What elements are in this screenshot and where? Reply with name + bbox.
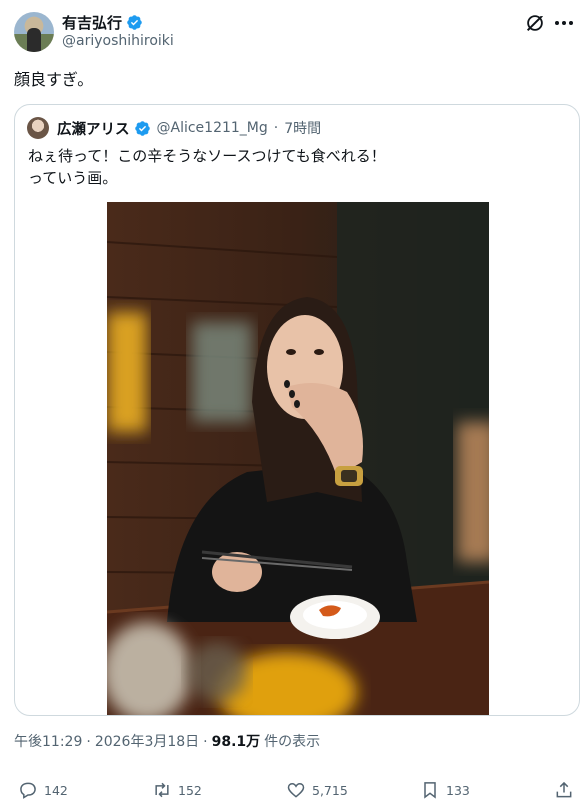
post-header: 有吉弘行 @ariyoshihiroiki	[14, 10, 574, 54]
quoted-text-line: ねぇ待って！この辛そうなソースつけても食べれる！	[28, 147, 386, 165]
repost-icon	[155, 782, 169, 798]
quoted-post[interactable]: 広瀬アリス @Alice1211_Mg · 7時間 ねぇ待って！この辛そうなソー…	[14, 104, 580, 716]
quoted-post-header: 広瀬アリス @Alice1211_Mg · 7時間	[27, 117, 321, 139]
verified-badge-icon	[127, 15, 142, 30]
like-icon	[287, 782, 305, 798]
quoted-text-line: っていう画。	[28, 169, 118, 187]
views-label: 件の表示	[264, 734, 321, 750]
post-date[interactable]: 2026年3月18日	[95, 731, 199, 751]
meta-separator: ·	[86, 734, 91, 750]
bookmark-button[interactable]: 133	[420, 780, 470, 800]
quoted-photo[interactable]	[107, 202, 489, 715]
quoted-relative-time: 7時間	[284, 121, 322, 137]
author-avatar[interactable]	[14, 12, 54, 52]
share-icon	[556, 781, 572, 798]
like-count: 5,715	[312, 782, 348, 798]
quoted-text: ねぇ待って！この辛そうなソースつけても食べれる！ っていう画。	[28, 145, 386, 189]
reply-button[interactable]: 142	[18, 780, 68, 800]
like-button[interactable]: 5,715	[286, 780, 348, 800]
repost-count: 152	[178, 782, 202, 798]
reply-icon	[20, 782, 36, 799]
grok-icon[interactable]	[524, 12, 546, 34]
share-button[interactable]	[554, 780, 574, 800]
quoted-handle: @Alice1211_Mg	[156, 120, 268, 136]
post-time[interactable]: 午後11:29	[14, 731, 82, 751]
author-handle[interactable]: @ariyoshihiroiki	[62, 33, 174, 49]
author-name-row: 有吉弘行	[62, 12, 143, 33]
quoted-display-name: 広瀬アリス	[57, 121, 130, 138]
meta-separator: ·	[273, 120, 279, 136]
views-count: 98.1万	[211, 734, 261, 750]
verified-badge-icon	[134, 120, 150, 136]
more-icon[interactable]	[554, 18, 574, 28]
author-display-name[interactable]: 有吉弘行	[62, 12, 122, 33]
action-bar: 142 152 5,715 133	[14, 780, 576, 804]
photo-illustration	[107, 202, 489, 715]
meta-separator: ·	[203, 734, 208, 750]
repost-button[interactable]: 152	[152, 780, 202, 800]
post-text: 顔良すぎ。	[14, 70, 94, 89]
bookmark-icon	[424, 782, 436, 799]
reply-count: 142	[44, 782, 68, 798]
post-meta: 午後11:29 · 2026年3月18日 · 98.1万 件の表示	[14, 731, 320, 751]
bookmark-count: 133	[446, 782, 470, 798]
quoted-avatar	[27, 117, 49, 139]
